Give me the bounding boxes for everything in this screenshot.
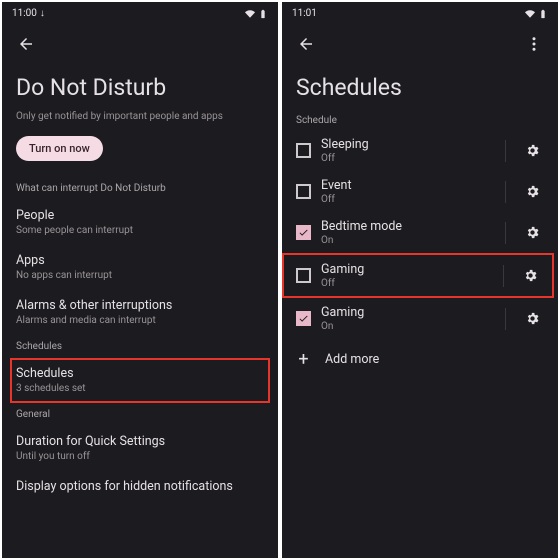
row-divider — [503, 265, 504, 287]
page-title: Do Not Disturb — [16, 74, 264, 101]
item-sub: No apps can interrupt — [16, 270, 264, 281]
app-bar — [282, 22, 558, 68]
back-button[interactable] — [292, 30, 320, 58]
page-title: Schedules — [296, 74, 544, 101]
content: Do Not Disturb Only get notified by impo… — [2, 68, 278, 558]
schedule-state: On — [321, 321, 491, 332]
download-icon: ↓ — [40, 8, 45, 19]
section-general-label: General — [16, 409, 264, 420]
page-subtitle: Only get notified by important people an… — [16, 111, 264, 122]
add-more-label: Add more — [325, 352, 379, 367]
schedule-checkbox[interactable] — [296, 184, 311, 199]
schedule-settings-button[interactable] — [518, 264, 542, 288]
schedule-row[interactable]: Bedtime modeOn — [296, 212, 544, 253]
display-options-item[interactable]: Display options for hidden notifications — [16, 471, 264, 494]
schedule-list: SleepingOffEventOffBedtime modeOnGamingO… — [296, 130, 544, 339]
schedule-title: Event — [321, 178, 491, 193]
row-divider — [505, 308, 506, 330]
wifi-icon — [245, 9, 255, 19]
item-sub: Alarms and media can interrupt — [16, 315, 264, 326]
row-divider — [505, 181, 506, 203]
schedule-settings-button[interactable] — [520, 221, 544, 245]
schedule-checkbox[interactable] — [296, 143, 311, 158]
app-bar — [2, 22, 278, 68]
schedule-settings-button[interactable] — [520, 307, 544, 331]
schedule-info: GamingOn — [321, 305, 491, 332]
section-interrupt-label: What can interrupt Do Not Disturb — [16, 183, 264, 194]
schedule-row[interactable]: EventOff — [296, 171, 544, 212]
schedule-state: Off — [321, 278, 489, 289]
phone-left: 11:00 ↓ Do Not Disturb Only get notified… — [2, 2, 278, 558]
schedule-checkbox[interactable] — [296, 268, 311, 283]
item-sub: Some people can interrupt — [16, 225, 264, 236]
status-time: 11:00 — [12, 8, 37, 19]
schedule-state: Off — [321, 153, 491, 164]
more-vert-icon — [525, 35, 543, 53]
item-title: People — [16, 208, 264, 223]
status-time: 11:01 — [292, 8, 317, 19]
status-bar: 11:00 ↓ — [2, 2, 278, 22]
overflow-menu-button[interactable] — [520, 30, 548, 58]
arrow-back-icon — [297, 35, 315, 53]
schedule-info: Bedtime modeOn — [321, 219, 491, 246]
schedules-item[interactable]: Schedules 3 schedules set — [10, 358, 270, 403]
row-divider — [505, 140, 506, 162]
schedule-info: GamingOff — [321, 262, 489, 289]
schedule-checkbox[interactable] — [296, 225, 311, 240]
schedule-info: EventOff — [321, 178, 491, 205]
schedule-row[interactable]: GamingOff — [282, 253, 554, 298]
section-schedule-label: Schedule — [296, 115, 544, 126]
phone-right: 11:01 Schedules Schedule SleepingOffEven… — [282, 2, 558, 558]
content: Schedules Schedule SleepingOffEventOffBe… — [282, 68, 558, 558]
battery-icon — [258, 9, 268, 19]
schedule-state: Off — [321, 194, 491, 205]
schedule-state: On — [321, 235, 491, 246]
wifi-icon — [525, 9, 535, 19]
schedule-title: Gaming — [321, 305, 491, 320]
arrow-back-icon — [17, 35, 35, 53]
add-more-button[interactable]: + Add more — [296, 339, 544, 380]
schedule-checkbox[interactable] — [296, 311, 311, 326]
item-title: Duration for Quick Settings — [16, 434, 264, 449]
item-sub: Until you turn off — [16, 451, 264, 462]
schedule-row[interactable]: GamingOn — [296, 298, 544, 339]
people-item[interactable]: People Some people can interrupt — [16, 200, 264, 245]
battery-icon — [538, 9, 548, 19]
schedule-title: Gaming — [321, 262, 489, 277]
schedule-settings-button[interactable] — [520, 180, 544, 204]
item-title: Apps — [16, 253, 264, 268]
status-bar: 11:01 — [282, 2, 558, 22]
schedule-info: SleepingOff — [321, 137, 491, 164]
schedule-title: Bedtime mode — [321, 219, 491, 234]
item-title: Alarms & other interruptions — [16, 298, 264, 313]
item-sub: 3 schedules set — [16, 383, 264, 394]
plus-icon: + — [296, 349, 311, 370]
turn-on-now-button[interactable]: Turn on now — [16, 136, 103, 161]
section-schedules-label: Schedules — [16, 341, 264, 352]
duration-item[interactable]: Duration for Quick Settings Until you tu… — [16, 426, 264, 471]
alarms-item[interactable]: Alarms & other interruptions Alarms and … — [16, 290, 264, 335]
row-divider — [505, 222, 506, 244]
schedule-title: Sleeping — [321, 137, 491, 152]
item-title: Schedules — [16, 366, 264, 381]
schedule-row[interactable]: SleepingOff — [296, 130, 544, 171]
apps-item[interactable]: Apps No apps can interrupt — [16, 245, 264, 290]
back-button[interactable] — [12, 30, 40, 58]
schedule-settings-button[interactable] — [520, 139, 544, 163]
item-title: Display options for hidden notifications — [16, 479, 264, 494]
